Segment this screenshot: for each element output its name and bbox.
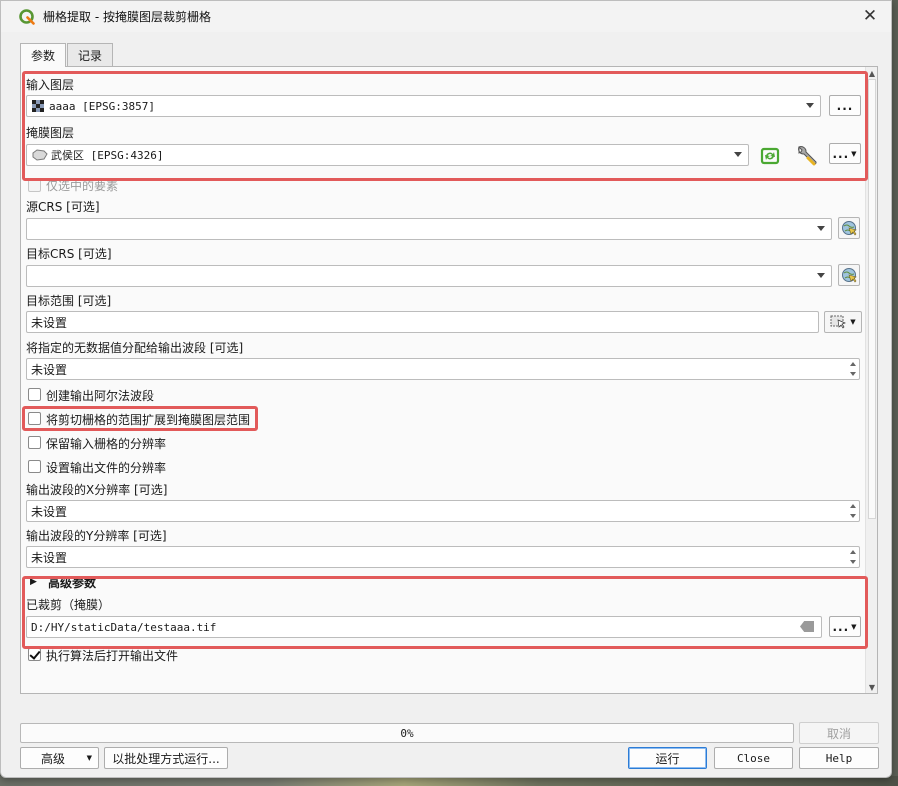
nodata-value: 未设置 — [31, 362, 68, 377]
window-title: 栅格提取 - 按掩膜图层裁剪栅格 — [43, 10, 211, 24]
mask-layer-label: 掩膜图层 — [26, 126, 75, 140]
close-icon[interactable]: ✕ — [859, 5, 881, 27]
alpha-band-checkbox[interactable] — [28, 388, 41, 401]
batch-process-button[interactable]: 以批处理方式运行... — [104, 747, 228, 769]
output-browse-button[interactable]: ... ▼ — [829, 616, 861, 637]
src-crs-select-button[interactable] — [838, 217, 860, 239]
keep-resolution-checkbox[interactable] — [28, 436, 41, 449]
input-layer-browse-button[interactable]: ... — [829, 95, 861, 116]
progress-bar: 0% — [20, 723, 794, 743]
y-res-value: 未设置 — [31, 550, 68, 565]
cancel-button[interactable]: 取消 — [799, 722, 879, 744]
output-label: 已裁剪（掩膜） — [26, 598, 111, 612]
raster-layer-icon — [32, 100, 44, 112]
mask-layer-value: 武侯区 [EPSG:4326] — [51, 149, 164, 162]
chevron-down-icon — [817, 226, 825, 231]
set-resolution-checkbox[interactable] — [28, 460, 41, 473]
polygon-layer-icon — [32, 149, 48, 161]
input-layer-label: 输入图层 — [26, 78, 75, 92]
keep-resolution-label: 保留输入栅格的分辨率 — [46, 437, 167, 451]
parameters-panel: 输入图层 aaaa [EPSG:3857] ... 掩膜图层 武侯区 [EPSG… — [20, 66, 878, 694]
spin-buttons[interactable] — [848, 548, 858, 566]
input-layer-combo[interactable]: aaaa [EPSG:3857] — [26, 95, 821, 117]
iterate-icon[interactable] — [759, 145, 781, 167]
scroll-down-icon[interactable]: ▼ — [866, 681, 877, 693]
dots-label: ... — [832, 146, 850, 161]
dialog-window: 栅格提取 - 按掩膜图层裁剪栅格 ✕ 参数 记录 输入图层 aaaa [EPSG… — [0, 0, 892, 778]
chevron-down-icon: ▼ — [86, 754, 92, 762]
wrench-icon[interactable] — [793, 143, 819, 169]
extent-select-button[interactable]: ▼ — [824, 311, 862, 333]
nodata-input[interactable]: 未设置 — [26, 358, 860, 380]
open-output-label: 执行算法后打开输出文件 — [46, 649, 179, 663]
set-resolution-label: 设置输出文件的分辨率 — [46, 461, 167, 475]
crop-extent-label: 将剪切栅格的范围扩展到掩膜图层范围 — [46, 413, 251, 427]
extent-icon — [830, 315, 847, 329]
tab-parameters[interactable]: 参数 — [20, 43, 67, 67]
tab-log[interactable]: 记录 — [67, 43, 114, 66]
clear-icon[interactable] — [800, 621, 814, 632]
src-crs-combo[interactable] — [26, 218, 832, 240]
mask-layer-browse-button[interactable]: ... ▼ — [829, 143, 861, 164]
selected-only-checkbox[interactable] — [28, 179, 41, 192]
spin-buttons[interactable] — [848, 360, 858, 378]
spin-buttons[interactable] — [848, 502, 858, 520]
globe-icon — [842, 268, 857, 283]
title-bar: 栅格提取 - 按掩膜图层裁剪栅格 ✕ — [1, 1, 891, 32]
close-button[interactable]: Close — [714, 747, 793, 769]
crop-extent-checkbox[interactable] — [28, 412, 41, 425]
vertical-scrollbar[interactable]: ▲ ▼ — [865, 67, 877, 693]
progress-text: 0% — [400, 726, 414, 740]
run-button[interactable]: 运行 — [628, 747, 707, 769]
advanced-dropdown-button[interactable]: 高级 ▼ — [20, 747, 99, 769]
nodata-label: 将指定的无数据值分配给输出波段 [可选] — [26, 341, 244, 355]
src-crs-label: 源CRS [可选] — [26, 200, 100, 214]
selected-only-label: 仅选中的要素 — [46, 179, 119, 193]
x-res-input[interactable]: 未设置 — [26, 500, 860, 522]
chevron-down-icon — [817, 273, 825, 278]
y-res-label: 输出波段的Y分辨率 [可选] — [26, 529, 167, 543]
target-crs-label: 目标CRS [可选] — [26, 247, 112, 261]
chevron-down-icon — [806, 103, 814, 108]
chevron-down-icon: ▼ — [851, 149, 858, 158]
dots-label: ... — [832, 619, 850, 634]
caret-right-icon[interactable]: ▶ — [30, 577, 37, 587]
chevron-down-icon: ▼ — [850, 318, 856, 326]
scroll-thumb[interactable] — [868, 79, 876, 519]
advanced-params-toggle[interactable]: 高级参数 — [48, 574, 96, 591]
open-output-checkbox[interactable] — [28, 648, 41, 661]
input-layer-value: aaaa [EPSG:3857] — [49, 99, 155, 113]
tab-bar: 参数 记录 — [20, 43, 114, 67]
globe-icon — [842, 221, 857, 236]
x-res-label: 输出波段的X分辨率 [可选] — [26, 483, 168, 497]
output-path-value: D:/HY/staticData/testaaa.tif — [31, 620, 217, 634]
x-res-value: 未设置 — [31, 504, 68, 519]
target-extent-input[interactable]: 未设置 — [26, 311, 819, 333]
target-crs-combo[interactable] — [26, 265, 832, 287]
chevron-down-icon — [734, 152, 742, 157]
qgis-logo-icon — [19, 8, 35, 25]
target-extent-label: 目标范围 [可选] — [26, 294, 112, 308]
chevron-down-icon: ▼ — [851, 622, 858, 631]
alpha-band-label: 创建输出阿尔法波段 — [46, 389, 155, 403]
help-button[interactable]: Help — [799, 747, 879, 769]
scroll-up-icon[interactable]: ▲ — [866, 67, 877, 79]
mask-layer-combo[interactable]: 武侯区 [EPSG:4326] — [26, 144, 749, 166]
advanced-button-label: 高级 — [41, 751, 66, 766]
output-path-input[interactable]: D:/HY/staticData/testaaa.tif — [26, 616, 822, 638]
y-res-input[interactable]: 未设置 — [26, 546, 860, 568]
target-crs-select-button[interactable] — [838, 264, 860, 286]
